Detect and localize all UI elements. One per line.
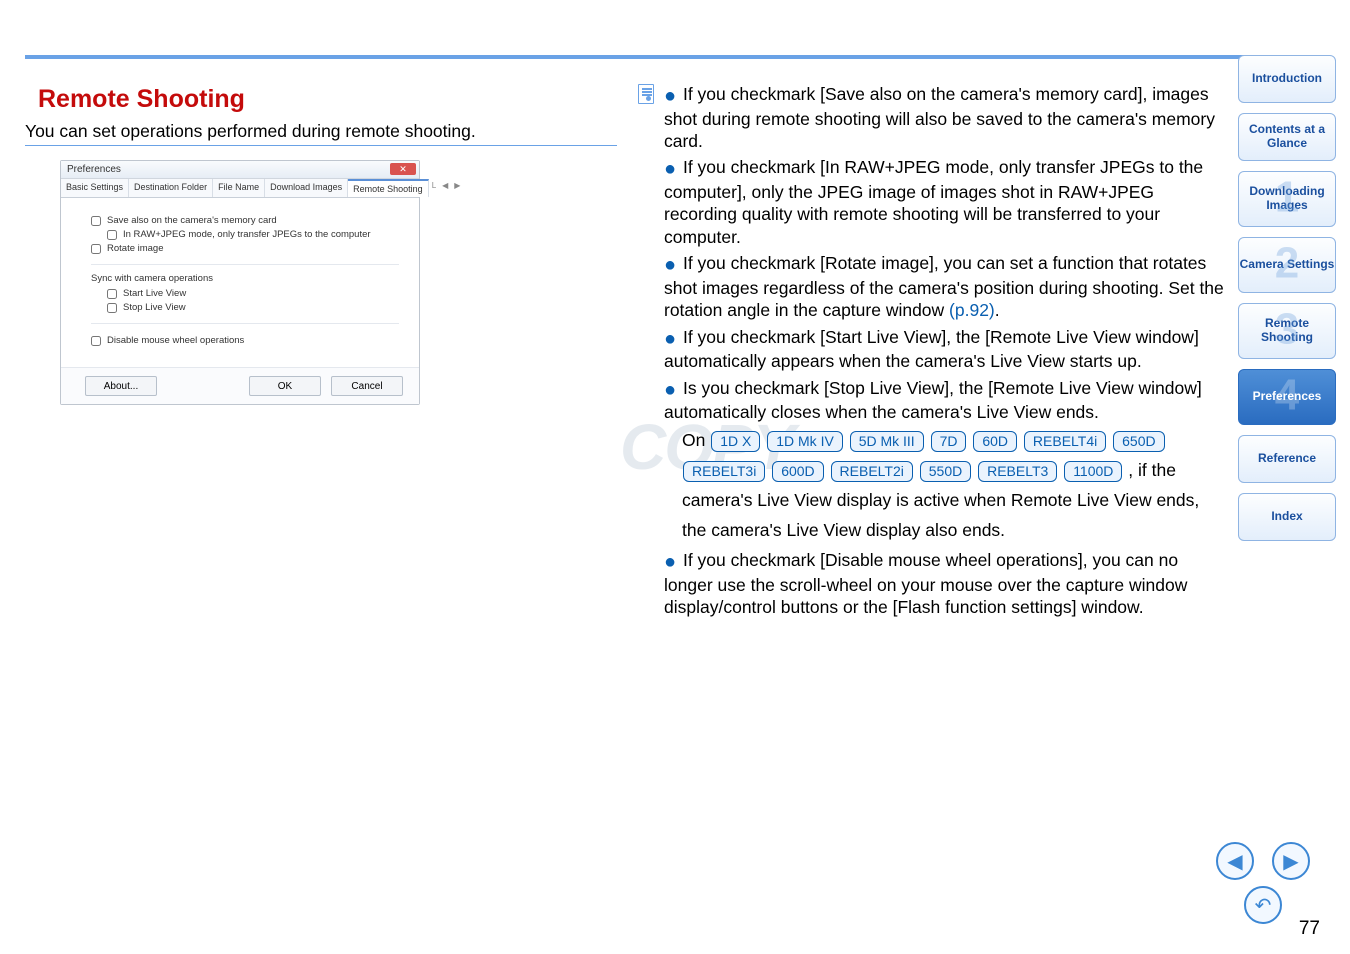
chk-start-lv[interactable]: Start Live View (107, 288, 399, 299)
badge-5dmk3: 5D Mk III (850, 431, 924, 452)
bullet-1: ● If you checkmark [Save also on the cam… (664, 82, 1227, 152)
cancel-button[interactable]: Cancel (331, 376, 403, 396)
tab-scroll-right[interactable]: ▶ (451, 179, 463, 197)
badge-1dmk4: 1D Mk IV (767, 431, 843, 452)
nav-camera-settings[interactable]: 2Camera Settings (1238, 237, 1336, 293)
tab-file-name[interactable]: File Name (213, 179, 265, 197)
ok-button[interactable]: OK (249, 376, 321, 396)
close-icon[interactable]: ✕ (390, 163, 416, 175)
thin-rule (25, 145, 617, 146)
bullet-icon: ● (664, 328, 676, 350)
bullet-5: ● Is you checkmark [Stop Live View], the… (664, 376, 1227, 424)
dialog-titlebar: Preferences ✕ (61, 161, 419, 179)
prev-page-icon[interactable]: ◀ (1216, 842, 1254, 880)
nav-contents[interactable]: Contents at a Glance (1238, 113, 1336, 161)
badge-650d: 650D (1113, 431, 1164, 452)
bullet-icon: ● (664, 158, 676, 180)
chk-disable-wheel[interactable]: Disable mouse wheel operations (91, 335, 399, 346)
chk-label: In RAW+JPEG mode, only transfer JPEGs to… (123, 229, 371, 240)
page: Remote Shooting You can set operations p… (0, 0, 1350, 954)
camera-badges: On 1D X 1D Mk IV 5D Mk III 7D 60D REBELT… (664, 426, 1227, 545)
badge-rebelt4i: REBELT4i (1024, 431, 1106, 452)
nav-arrows: ◀ ▶ (1216, 842, 1310, 880)
bullet-icon: ● (664, 254, 676, 276)
bullet-icon: ● (664, 551, 676, 573)
sync-section: Sync with camera operations Start Live V… (91, 264, 399, 313)
nav-preferences[interactable]: 4Preferences (1238, 369, 1336, 425)
nav-label: Reference (1258, 452, 1316, 466)
bullet-text: If you checkmark [Start Live View], the … (664, 327, 1199, 372)
nav-introduction[interactable]: Introduction (1238, 55, 1336, 103)
nav-downloading-images[interactable]: 1Downloading Images (1238, 171, 1336, 227)
side-nav: Introduction Contents at a Glance 1Downl… (1238, 55, 1336, 541)
nav-label: Downloading Images (1239, 185, 1335, 213)
bullet-2: ● If you checkmark [In RAW+JPEG mode, on… (664, 155, 1227, 248)
badge-600d: 600D (772, 461, 823, 482)
next-page-icon[interactable]: ▶ (1272, 842, 1310, 880)
notes-column: ● If you checkmark [Save also on the cam… (664, 82, 1227, 622)
bullet-icon: ● (664, 379, 676, 401)
badge-1100d: 1100D (1064, 461, 1122, 482)
chk-label: Start Live View (123, 288, 186, 299)
bullet-4: ● If you checkmark [Start Live View], th… (664, 325, 1227, 373)
bullet-text: If you checkmark [Disable mouse wheel op… (664, 550, 1187, 617)
chk-label: Save also on the camera's memory card (107, 215, 277, 226)
nav-label: Remote Shooting (1239, 317, 1335, 345)
chk-label: Rotate image (107, 243, 164, 254)
on-label: On (682, 430, 705, 450)
about-button[interactable]: About... (85, 376, 157, 396)
dialog-title: Preferences (67, 164, 121, 175)
chk-save-also[interactable]: Save also on the camera's memory card (91, 215, 399, 226)
badge-1dx: 1D X (711, 431, 760, 452)
intro-text: You can set operations performed during … (25, 121, 476, 142)
chk-label: Disable mouse wheel operations (107, 335, 244, 346)
chk-rotate[interactable]: Rotate image (91, 243, 399, 254)
chk-stop-lv[interactable]: Stop Live View (107, 302, 399, 313)
nav-reference[interactable]: Reference (1238, 435, 1336, 483)
dialog-body: Save also on the camera's memory card In… (61, 198, 419, 367)
bottom-nav: ◀ ▶ ↶ (1216, 842, 1310, 924)
bullet-text: If you checkmark [In RAW+JPEG mode, only… (664, 157, 1203, 246)
bullet-6: ● If you checkmark [Disable mouse wheel … (664, 548, 1227, 618)
tab-remote-shooting[interactable]: Remote Shooting (348, 179, 429, 197)
bullet-text: If you checkmark [Save also on the camer… (664, 84, 1215, 151)
note-icon (638, 84, 654, 104)
badge-60d: 60D (973, 431, 1017, 452)
chk-label: Stop Live View (123, 302, 186, 313)
page-number: 77 (1299, 918, 1320, 940)
tab-basic-settings[interactable]: Basic Settings (61, 179, 129, 197)
preferences-dialog: Preferences ✕ Basic Settings Destination… (60, 160, 420, 405)
nav-label: Introduction (1252, 72, 1322, 86)
badge-7d: 7D (931, 431, 967, 452)
page-ref-link[interactable]: (p.92) (949, 300, 995, 320)
section-heading: Remote Shooting (38, 85, 245, 114)
wheel-section: Disable mouse wheel operations (91, 323, 399, 346)
bullet-text: If you checkmark [Rotate image], you can… (664, 253, 1224, 320)
sync-label: Sync with camera operations (91, 273, 399, 284)
return-icon[interactable]: ↶ (1244, 886, 1282, 924)
tab-scroll-left[interactable]: ◀ (439, 179, 451, 197)
badge-rebelt3i: REBELT3i (683, 461, 765, 482)
nav-label: Camera Settings (1240, 258, 1335, 272)
nav-index[interactable]: Index (1238, 493, 1336, 541)
tab-destination-folder[interactable]: Destination Folder (129, 179, 213, 197)
bullet-icon: ● (664, 85, 676, 107)
dialog-tabs: Basic Settings Destination Folder File N… (61, 179, 419, 198)
badge-rebelt3: REBELT3 (978, 461, 1057, 482)
nav-remote-shooting[interactable]: 3Remote Shooting (1238, 303, 1336, 359)
badge-rebelt2i: REBELT2i (831, 461, 913, 482)
nav-label: Contents at a Glance (1239, 123, 1335, 151)
chk-raw-jpeg[interactable]: In RAW+JPEG mode, only transfer JPEGs to… (107, 229, 399, 240)
bullet-3: ● If you checkmark [Rotate image], you c… (664, 251, 1227, 321)
bullet-text: Is you checkmark [Stop Live View], the [… (664, 378, 1202, 423)
dialog-footer: About... OK Cancel (61, 367, 419, 404)
top-rule (25, 55, 1325, 59)
nav-label: Index (1271, 510, 1302, 524)
badge-550d: 550D (920, 461, 971, 482)
tab-scroll-l[interactable]: L (429, 179, 439, 197)
nav-label: Preferences (1253, 390, 1322, 404)
bullet-text: . (995, 300, 1000, 320)
tab-download-images[interactable]: Download Images (265, 179, 348, 197)
